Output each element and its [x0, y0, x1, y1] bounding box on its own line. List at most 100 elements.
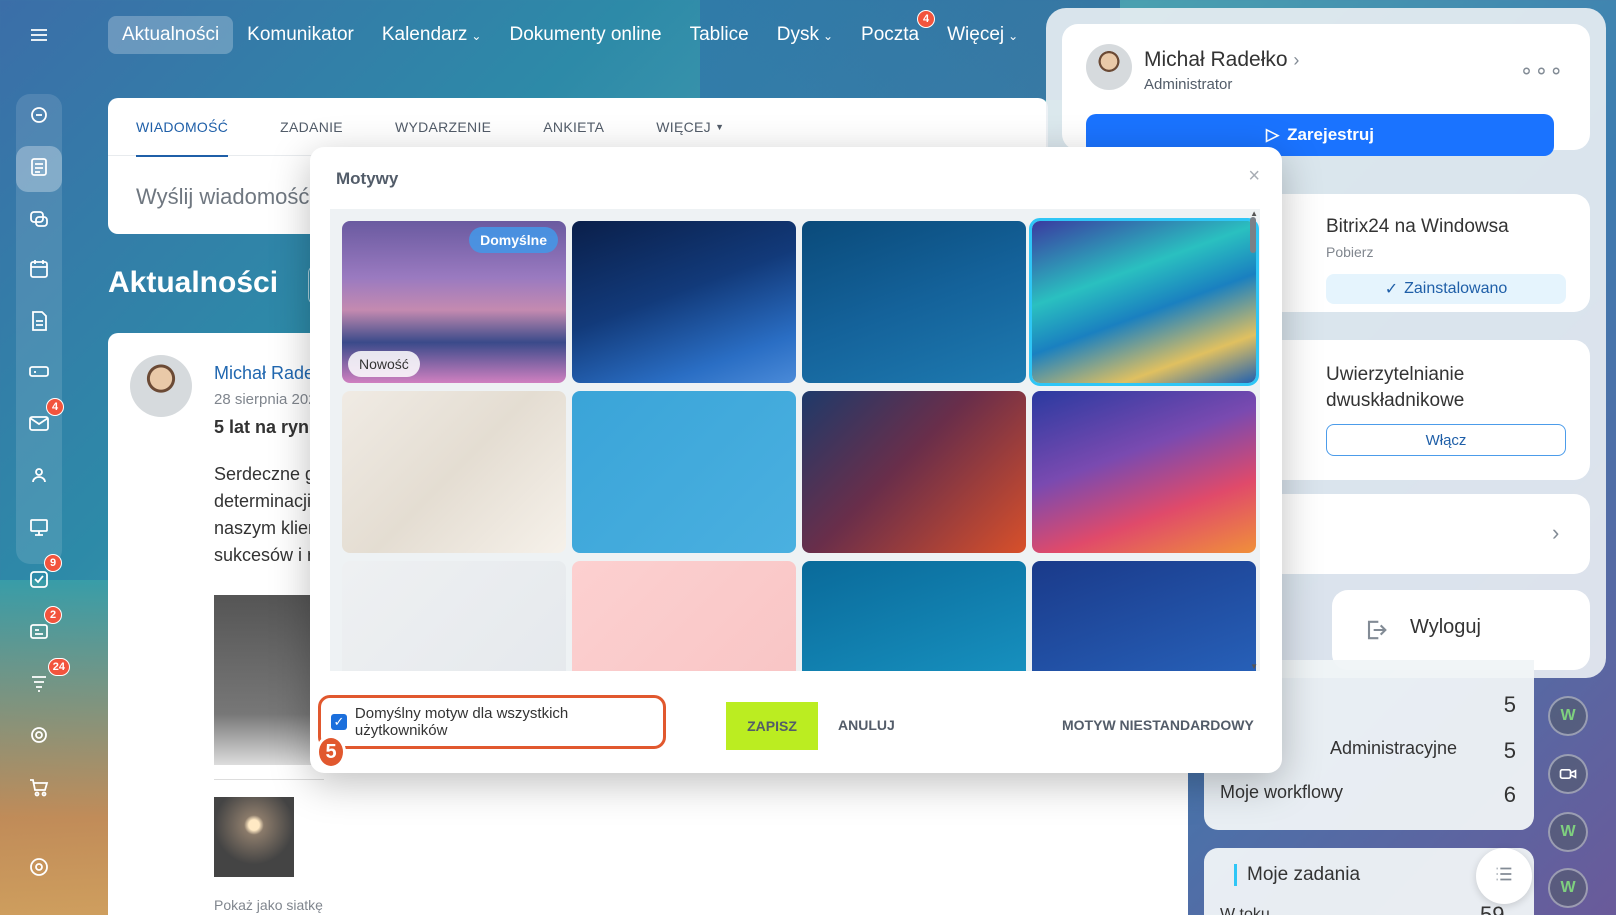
sidebar-item-shop[interactable]: [16, 766, 62, 812]
show-as-grid-link[interactable]: Pokaż jako siatkę: [214, 897, 323, 913]
close-icon[interactable]: ×: [1248, 165, 1260, 188]
more-icon[interactable]: ∘∘∘: [1520, 58, 1564, 84]
gear-icon: [27, 855, 51, 884]
sidebar-item-documents[interactable]: [16, 300, 62, 346]
stat-row[interactable]: Moje workflowy 6: [1220, 782, 1516, 807]
workspace-avatar[interactable]: W: [1548, 812, 1588, 852]
mail-icon: [27, 411, 51, 440]
sidebar-item-calendar[interactable]: [16, 248, 62, 294]
copilot-icon: [27, 103, 51, 132]
gallery-scrollbar[interactable]: [1250, 217, 1256, 253]
scroll-up-icon[interactable]: ▲: [1250, 209, 1258, 218]
sidebar-item-boards[interactable]: [16, 506, 62, 552]
workspace-avatar[interactable]: W: [1548, 696, 1588, 736]
video-call-icon[interactable]: [1548, 754, 1588, 794]
nav-item-kalendarz[interactable]: Kalendarz ⌄: [368, 16, 496, 54]
post-title: 5 lat na rynk: [214, 417, 320, 437]
post-image[interactable]: [214, 595, 324, 765]
theme-tile[interactable]: [572, 391, 796, 553]
post-author[interactable]: Michał Radeł: [214, 363, 318, 384]
sidebar-item-funnel[interactable]: 24: [16, 658, 70, 708]
top-navigation: Aktualności Komunikator Kalendarz ⌄ Dokum…: [108, 10, 1032, 54]
workspace-avatar[interactable]: W: [1548, 868, 1588, 908]
save-button[interactable]: ZAPISZ: [726, 702, 818, 750]
step-badge: 5: [316, 735, 346, 769]
chevron-down-icon: ⌄: [471, 29, 482, 43]
sidebar-item-users[interactable]: [16, 454, 62, 500]
play-icon: ▷: [1265, 125, 1280, 144]
tasks-title: Moje zadania: [1234, 864, 1360, 886]
sidebar-item-target[interactable]: [16, 714, 62, 760]
sidebar-item-tasks[interactable]: 9: [16, 554, 62, 604]
list-icon: [1493, 863, 1515, 890]
nav-item-komunikator[interactable]: Komunikator: [233, 16, 368, 54]
custom-theme-button[interactable]: MOTYW NIESTANDARDOWY: [1062, 717, 1254, 733]
default-theme-checkbox[interactable]: ✓: [331, 714, 347, 730]
avatar[interactable]: [130, 355, 192, 417]
cart-icon: [27, 775, 51, 804]
enable-twofa-button[interactable]: Włącz: [1326, 424, 1566, 456]
sidebar-item-crm[interactable]: 2: [16, 606, 62, 656]
list-view-button[interactable]: [1476, 848, 1532, 904]
theme-tile[interactable]: [802, 391, 1026, 553]
crm-badge: 2: [44, 606, 62, 624]
left-sidebar: 4 9 2 24: [0, 0, 78, 915]
post-image-thumbnail[interactable]: [214, 797, 294, 877]
sidebar-item-mail[interactable]: 4: [16, 398, 64, 448]
page-title: Aktualności: [108, 266, 279, 299]
new-label: Nowość: [348, 351, 420, 377]
app-title: Bitrix24 na Windowsa: [1326, 216, 1509, 237]
app-download-link[interactable]: Pobierz: [1326, 244, 1373, 260]
profile-name[interactable]: Michał Radełko ›: [1144, 48, 1299, 72]
post-date: 28 sierpnia 202: [214, 391, 317, 408]
document-icon: [27, 309, 51, 338]
drive-icon: [27, 359, 51, 388]
nav-item-tablice[interactable]: Tablice: [676, 16, 763, 54]
tasks-badge: 9: [44, 554, 62, 572]
scroll-down-icon[interactable]: ▼: [1250, 662, 1258, 671]
sidebar-item-drive[interactable]: [16, 350, 62, 396]
theme-tile[interactable]: [572, 221, 796, 383]
mail-badge: 4: [46, 398, 64, 416]
theme-tile[interactable]: [342, 391, 566, 553]
crm-icon: [27, 619, 51, 648]
sidebar-item-settings[interactable]: [16, 846, 62, 892]
sidebar-item-chat[interactable]: [16, 198, 62, 244]
caret-down-icon: ▼: [715, 121, 725, 132]
theme-tile[interactable]: [1032, 391, 1256, 553]
theme-tile[interactable]: [802, 561, 1026, 671]
logout-button[interactable]: Wyloguj: [1332, 590, 1590, 670]
checkbox-label[interactable]: Domyślny motyw dla wszystkich użytkownik…: [355, 705, 663, 739]
profile-role: Administrator: [1144, 76, 1233, 93]
sidebar-item-feed[interactable]: [16, 146, 62, 192]
funnel-badge: 24: [47, 658, 70, 676]
funnel-icon: [27, 671, 51, 700]
chevron-down-icon: ⌄: [822, 29, 834, 43]
dialog-title: Motywy: [336, 169, 399, 188]
theme-tile-selected[interactable]: [1029, 218, 1259, 386]
cancel-button[interactable]: ANULUJ: [838, 717, 895, 733]
chevron-right-icon: ›: [1552, 520, 1560, 545]
avatar[interactable]: [1086, 44, 1132, 90]
nav-item-aktualnosci[interactable]: Aktualności: [108, 16, 234, 54]
theme-tile[interactable]: [342, 561, 566, 671]
nav-item-dokumenty[interactable]: Dokumenty online: [495, 16, 675, 54]
installed-button[interactable]: ✓ Zainstalowano: [1326, 274, 1566, 304]
chat-icon: [27, 207, 51, 236]
chevron-down-icon: ⌄: [1008, 29, 1019, 43]
theme-tile[interactable]: [1032, 561, 1256, 671]
menu-icon[interactable]: [16, 12, 62, 58]
nav-item-wiecej[interactable]: Więcej ⌄: [933, 16, 1032, 54]
theme-tile[interactable]: [572, 561, 796, 671]
users-icon: [27, 463, 51, 492]
post-text: Serdeczne gr determinacji, naszym klien …: [214, 464, 322, 565]
sidebar-item-copilot[interactable]: [16, 94, 62, 140]
chevron-right-icon: ›: [1293, 50, 1300, 70]
tab-wiadomosc[interactable]: WIADOMOŚĆ: [136, 98, 229, 157]
theme-tile-default[interactable]: Domyślne Nowość: [342, 221, 566, 383]
nav-item-dysk[interactable]: Dysk ⌄: [763, 16, 847, 54]
nav-item-poczta[interactable]: Poczta 4: [847, 10, 936, 54]
tasks-in-progress[interactable]: W toku 59: [1220, 902, 1504, 915]
feed-icon: [27, 155, 51, 184]
theme-tile[interactable]: [802, 221, 1026, 383]
